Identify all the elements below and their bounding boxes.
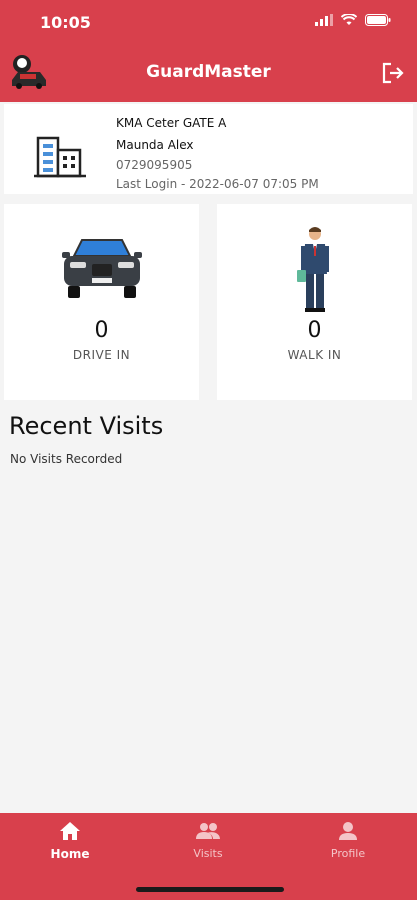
status-icons xyxy=(315,14,391,26)
home-icon xyxy=(60,822,80,840)
person-icon xyxy=(339,822,357,840)
people-icon xyxy=(196,823,220,839)
last-login: Last Login - 2022-06-07 07:05 PM xyxy=(116,177,319,191)
signal-icon xyxy=(315,14,333,26)
recent-visits-empty: No Visits Recorded xyxy=(10,452,123,466)
nav-visits[interactable]: Visits xyxy=(168,821,248,860)
gate-name: KMA Ceter GATE A xyxy=(116,116,227,130)
home-indicator xyxy=(136,887,284,892)
bottom-nav: Home Visits Profile xyxy=(0,813,417,900)
battery-icon xyxy=(365,14,391,26)
nav-profile[interactable]: Profile xyxy=(308,821,388,860)
car-icon xyxy=(62,239,142,298)
nav-home[interactable]: Home xyxy=(30,821,110,861)
app-bar: GuardMaster xyxy=(0,44,417,102)
drive-in-card[interactable]: 0 DRIVE IN xyxy=(4,204,199,400)
building-icon xyxy=(34,136,86,178)
drive-in-label: DRIVE IN xyxy=(72,348,131,362)
wifi-icon xyxy=(341,14,357,25)
walk-in-count: 0 xyxy=(307,318,322,343)
guard-name: Maunda Alex xyxy=(116,138,194,152)
drive-in-count: 0 xyxy=(94,318,109,343)
logout-icon[interactable] xyxy=(381,61,405,85)
recent-visits-title: Recent Visits xyxy=(9,412,164,440)
man-icon xyxy=(297,227,329,312)
app-title: GuardMaster xyxy=(146,62,271,82)
nav-profile-label: Profile xyxy=(330,847,366,860)
status-time: 10:05 xyxy=(40,13,91,32)
status-bar: 10:05 xyxy=(0,0,417,44)
guard-info-card: KMA Ceter GATE A Maunda Alex 0729095905 … xyxy=(4,104,413,194)
nav-visits-label: Visits xyxy=(193,847,223,860)
nav-home-label: Home xyxy=(50,847,90,861)
walk-in-label: WALK IN xyxy=(287,348,342,362)
walk-in-card[interactable]: 0 WALK IN xyxy=(217,204,412,400)
guard-phone: 0729095905 xyxy=(116,158,193,172)
